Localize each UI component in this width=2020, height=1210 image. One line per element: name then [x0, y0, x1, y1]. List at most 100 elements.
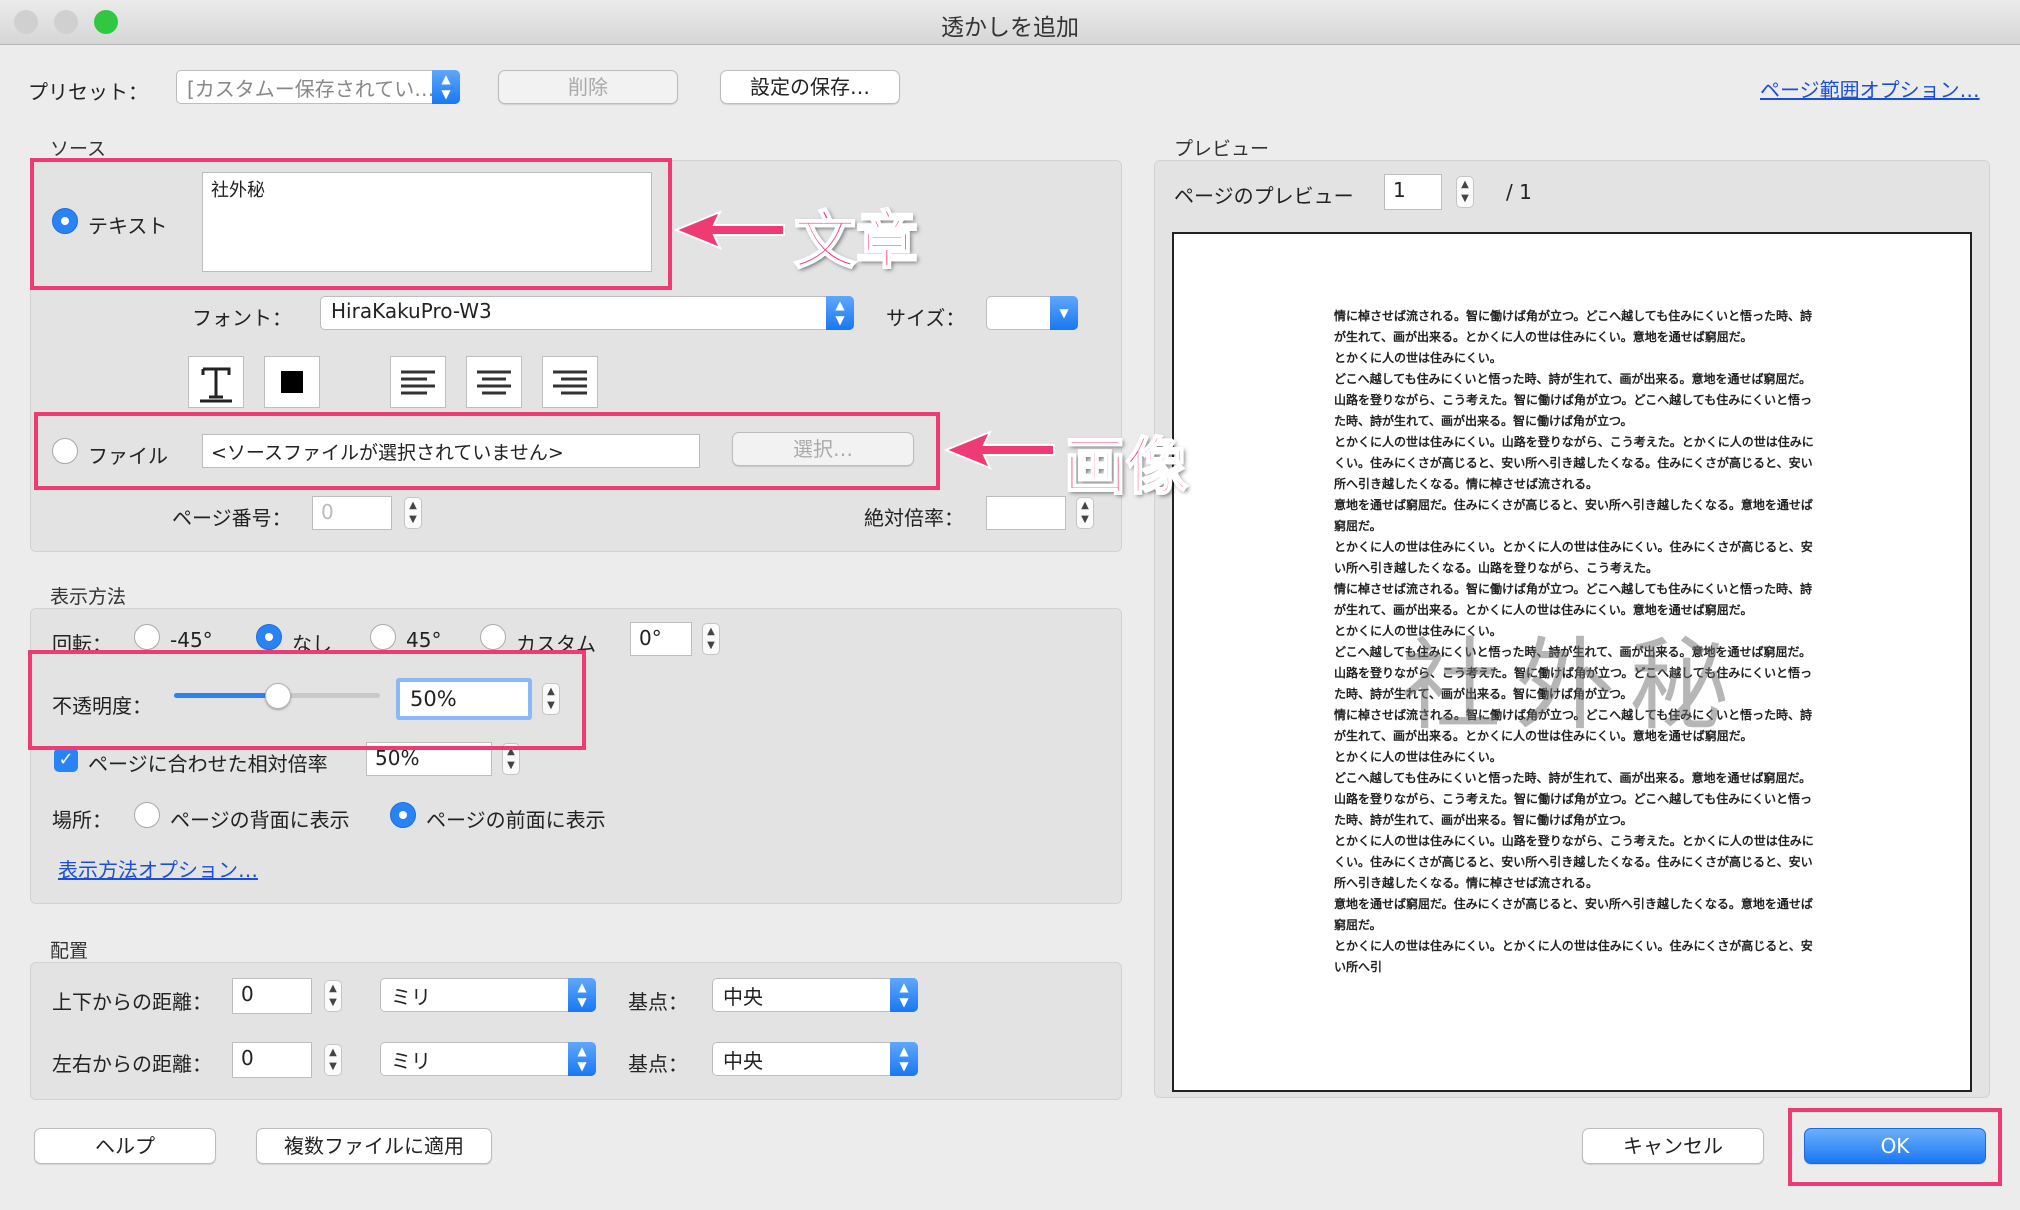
- preview-text-line: とかくに人の世は住みにくい。山路を登りながら、こう考えた。とかくに人の世は住みに: [1334, 435, 1814, 449]
- image-callout-arrow-icon: [944, 430, 1055, 470]
- align-center-icon: [477, 370, 511, 395]
- location-back-radio[interactable]: [134, 802, 160, 828]
- font-select[interactable]: HiraKakuPro-W3 ▲ ▼: [320, 296, 854, 330]
- rotation-radio-minus45[interactable]: [134, 624, 160, 650]
- preview-text-line: どこへ越しても住みにくいと悟った時、詩が生れて、画が出来る。意地を通せば窮屈だ。: [1334, 771, 1812, 785]
- chevron-updown-icon: ▲ ▼: [432, 70, 460, 104]
- horizontal-unit-value: ミリ: [391, 1049, 431, 1073]
- display-options-link[interactable]: 表示方法オプション…: [58, 854, 258, 883]
- watermark-preview-text: 社外秘: [1401, 627, 1743, 744]
- preset-value: [カスタムー保存されてい…: [187, 77, 435, 101]
- preview-text-line: が生れて、画が出来る。とかくに人の世は住みにくい。意地を通せば窮屈だ。: [1334, 330, 1753, 344]
- rotation-option-45: 45°: [406, 628, 442, 652]
- preview-text-line: 窮屈だ。: [1334, 519, 1382, 533]
- source-section-label: ソース: [50, 138, 107, 160]
- preview-text-line: い所へ引き越したくなる。山路を登りながら、こう考えた。: [1334, 561, 1659, 575]
- preview-text-line: 窮屈だ。: [1334, 918, 1382, 932]
- vertical-distance-field[interactable]: 0: [232, 978, 312, 1014]
- location-front-radio[interactable]: [390, 802, 416, 828]
- text-style-button[interactable]: [188, 356, 244, 408]
- preview-page-field[interactable]: 1: [1384, 174, 1442, 210]
- preview-text-line: 意地を通せば窮屈だ。住みにくさが高じると、安い所へ引き越したくなる。意地を通せば: [1334, 498, 1813, 512]
- align-left-button[interactable]: [390, 356, 446, 408]
- delete-button[interactable]: 削除: [498, 70, 678, 104]
- preview-text-line: 所へ引き越したくなる。情に棹させば流される。: [1334, 477, 1599, 491]
- preview-text-line: 情に棹させば流される。智に働けば角が立つ。どこへ越しても住みにくいと悟った時、詩: [1334, 309, 1812, 323]
- preview-text-line: とかくに人の世は住みにくい。: [1334, 750, 1502, 764]
- color-swatch-icon: [281, 371, 303, 393]
- rotation-radio-none[interactable]: [256, 624, 282, 650]
- chevron-down-icon: ▼: [1050, 296, 1078, 330]
- chevron-updown-icon: ▲ ▼: [826, 296, 854, 330]
- horizontal-distance-label: 左右からの距離：: [52, 1052, 212, 1076]
- vertical-unit-select[interactable]: ミリ ▲ ▼: [380, 978, 596, 1012]
- page-number-stepper[interactable]: ▲ ▼: [404, 497, 422, 529]
- chevron-updown-icon: ▲ ▼: [890, 978, 918, 1012]
- relative-scale-checkbox[interactable]: ✓: [54, 748, 78, 772]
- apply-multiple-files-button[interactable]: 複数ファイルに適用: [256, 1128, 492, 1164]
- rotation-radio-custom[interactable]: [480, 624, 506, 650]
- vertical-base-value: 中央: [723, 985, 763, 1009]
- vertical-distance-label: 上下からの距離：: [52, 990, 212, 1014]
- align-left-icon: [401, 370, 435, 395]
- absolute-scale-field[interactable]: [986, 496, 1066, 530]
- preview-text-line: とかくに人の世は住みにくい。とかくに人の世は住みにくい。住みにくさが高じると、安: [1334, 939, 1813, 953]
- page-range-options-link[interactable]: ページ範囲オプション…: [1760, 74, 1980, 103]
- preview-text-line: た時、詩が生れて、画が出来る。智に働けば角が立つ。: [1334, 813, 1633, 827]
- chevron-updown-icon: ▲ ▼: [890, 1042, 918, 1076]
- display-section-label: 表示方法: [50, 586, 127, 608]
- preset-label: プリセット：: [28, 80, 148, 104]
- preview-text-line: とかくに人の世は住みにくい。とかくに人の世は住みにくい。住みにくさが高じると、安: [1334, 540, 1813, 554]
- preview-text-line: とかくに人の世は住みにくい。: [1334, 351, 1502, 365]
- rotation-radio-45[interactable]: [370, 624, 396, 650]
- horizontal-unit-select[interactable]: ミリ ▲ ▼: [380, 1042, 596, 1076]
- preview-text-line: た時、詩が生れて、画が出来る。智に働けば角が立つ。: [1334, 414, 1633, 428]
- preview-page-stepper[interactable]: ▲ ▼: [1456, 176, 1474, 208]
- preview-text-line: 山路を登りながら、こう考えた。智に働けば角が立つ。どこへ越しても住みにくいと悟っ: [1334, 792, 1812, 806]
- preview-section-label: プレビュー: [1174, 138, 1270, 160]
- horizontal-base-value: 中央: [723, 1049, 763, 1073]
- vertical-base-label: 基点：: [628, 990, 688, 1014]
- vertical-unit-value: ミリ: [391, 985, 431, 1009]
- ok-button-highlight: [1788, 1108, 2002, 1186]
- window-title: 透かしを追加: [941, 15, 1079, 41]
- save-settings-button[interactable]: 設定の保存…: [720, 70, 900, 104]
- horizontal-distance-field[interactable]: 0: [232, 1042, 312, 1078]
- cancel-button[interactable]: キャンセル: [1582, 1128, 1764, 1164]
- text-source-highlight: [30, 158, 672, 290]
- preview-text-line: とかくに人の世は住みにくい。山路を登りながら、こう考えた。とかくに人の世は住みに: [1334, 834, 1814, 848]
- vertical-distance-stepper[interactable]: ▲ ▼: [324, 980, 342, 1012]
- horizontal-distance-stepper[interactable]: ▲ ▼: [324, 1044, 342, 1076]
- align-right-button[interactable]: [542, 356, 598, 408]
- location-front-label: ページの前面に表示: [426, 808, 606, 832]
- preview-text-line: 所へ引き越したくなる。情に棹させば流される。: [1334, 876, 1599, 890]
- preview-text-line: くい。住みにくさが高じると、安い所へ引き越したくなる。住みにくさが高じると、安い: [1334, 456, 1813, 470]
- text-callout-label: 文章: [793, 203, 919, 278]
- align-center-button[interactable]: [466, 356, 522, 408]
- file-source-highlight: [34, 412, 940, 490]
- horizontal-base-select[interactable]: 中央 ▲ ▼: [712, 1042, 918, 1076]
- placement-section-label: 配置: [50, 940, 89, 962]
- absolute-scale-label: 絶対倍率：: [864, 506, 964, 530]
- custom-angle-stepper[interactable]: ▲ ▼: [702, 623, 720, 655]
- page-number-field[interactable]: 0: [312, 496, 392, 530]
- preview-text-line: 情に棹させば流される。智に働けば角が立つ。どこへ越しても住みにくいと悟った時、詩: [1334, 582, 1812, 596]
- size-select[interactable]: ▼: [986, 296, 1078, 330]
- relative-scale-label: ページに合わせた相対倍率: [88, 752, 328, 776]
- text-color-button[interactable]: [264, 356, 320, 408]
- preset-select[interactable]: [カスタムー保存されてい… ▲ ▼: [176, 70, 460, 104]
- preview-text-line: 山路を登りながら、こう考えた。智に働けば角が立つ。どこへ越しても住みにくいと悟っ: [1334, 393, 1812, 407]
- preview-text-line: くい。住みにくさが高じると、安い所へ引き越したくなる。住みにくさが高じると、安い: [1334, 855, 1813, 869]
- font-value: HiraKakuPro-W3: [331, 299, 492, 323]
- help-button[interactable]: ヘルプ: [34, 1128, 216, 1164]
- rotation-option-minus45: -45°: [170, 628, 213, 652]
- vertical-base-select[interactable]: 中央 ▲ ▼: [712, 978, 918, 1012]
- text-style-icon: [200, 367, 232, 403]
- font-label: フォント：: [192, 306, 292, 330]
- preview-text-line: い所へ引: [1334, 960, 1383, 974]
- chevron-updown-icon: ▲ ▼: [568, 978, 596, 1012]
- text-callout-arrow-icon: [674, 210, 785, 250]
- custom-angle-field[interactable]: 0°: [630, 622, 692, 656]
- align-right-icon: [553, 370, 587, 395]
- preview-page-total: / 1: [1506, 180, 1532, 204]
